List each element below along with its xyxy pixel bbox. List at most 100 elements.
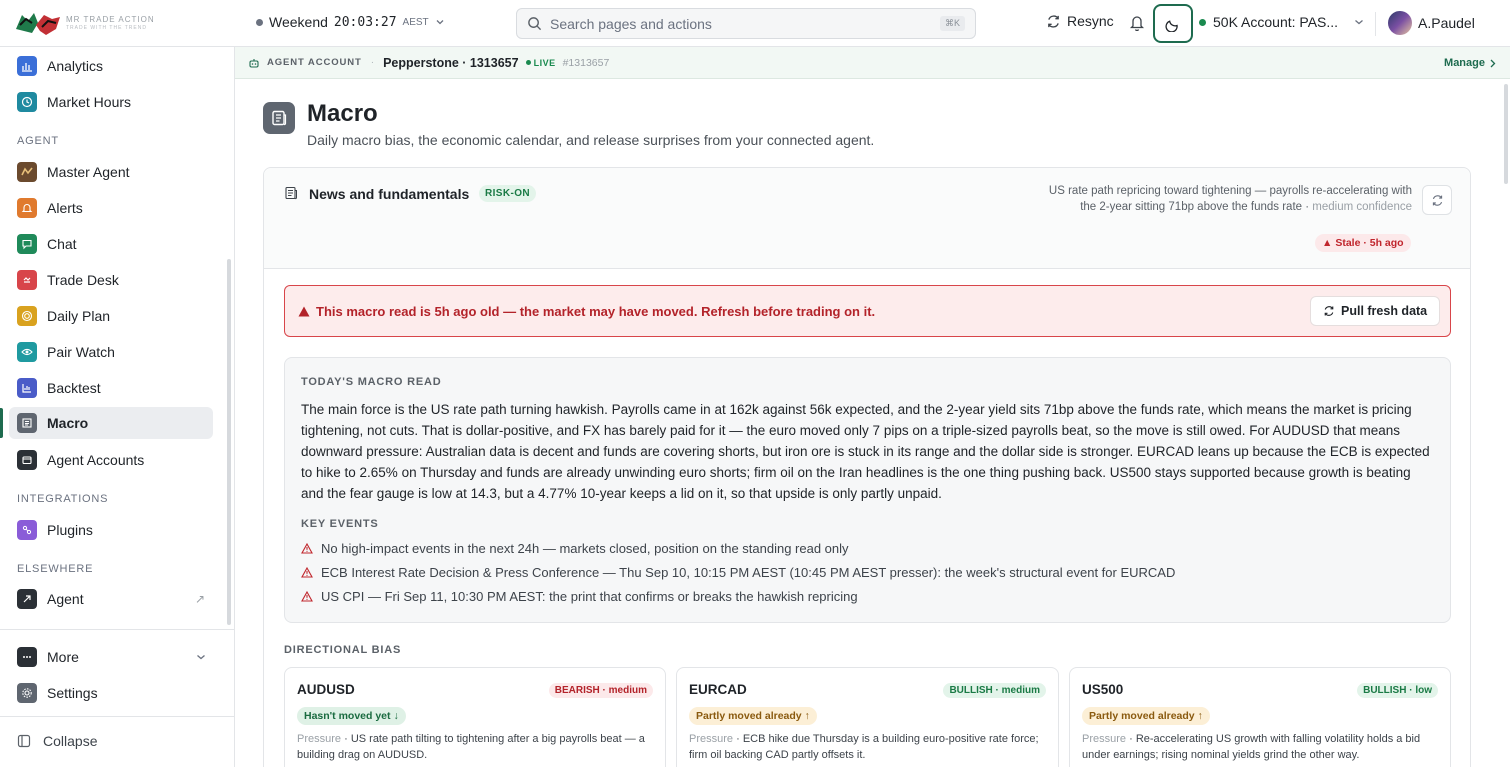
sidebar-item-trade-desk[interactable]: Trade Desk <box>9 264 213 296</box>
page-subtitle: Daily macro bias, the economic calendar,… <box>307 132 875 148</box>
move-status-badge: Partly moved already ↑ <box>1082 707 1210 725</box>
bias-card-audusd[interactable]: AUDUSD BEARISH · medium Hasn't moved yet… <box>284 667 666 767</box>
sidebar-item-label: Master Agent <box>47 164 130 180</box>
resync-button[interactable]: Resync <box>1046 13 1114 29</box>
bias-card-eurcad[interactable]: EURCAD BULLISH · medium Partly moved alr… <box>676 667 1059 767</box>
sidebar-item-agent-external[interactable]: Agent ↗ <box>9 583 213 615</box>
newspaper-icon <box>285 186 297 200</box>
wallet-icon <box>17 450 37 470</box>
gear-icon <box>17 683 37 703</box>
sidebar-item-pair-watch[interactable]: Pair Watch <box>9 336 213 368</box>
warning-icon <box>301 591 313 602</box>
page-title: Macro <box>307 100 378 127</box>
market-session-selector[interactable]: Weekend 20:03:27 AEST <box>256 14 445 30</box>
bias-badge: BULLISH · low <box>1357 683 1438 698</box>
sidebar-item-daily-plan[interactable]: Daily Plan <box>9 300 213 332</box>
search-input[interactable] <box>550 15 940 32</box>
bias-badge: BEARISH · medium <box>548 683 653 698</box>
brand-tagline: TRADE WITH THE TREND <box>66 24 147 31</box>
sidebar-item-more[interactable]: More <box>9 641 213 673</box>
eye-icon <box>17 342 37 362</box>
sidebar-item-label: Alerts <box>47 200 83 216</box>
warning-triangle-icon <box>298 306 310 317</box>
agent-arrow-icon <box>17 589 37 609</box>
sidebar-scrollbar[interactable] <box>227 259 231 625</box>
pair-symbol: AUDUSD <box>297 682 355 697</box>
newspaper-icon <box>263 102 295 134</box>
search-icon <box>528 17 542 31</box>
sidebar-item-chat[interactable]: Chat <box>9 228 213 260</box>
pair-symbol: EURCAD <box>689 682 747 697</box>
sidebar-item-label: Daily Plan <box>47 308 111 324</box>
sidebar-item-settings[interactable]: Settings <box>9 677 213 709</box>
agent-account-label: AGENT ACCOUNT <box>267 57 362 68</box>
bull-bear-logo-icon <box>16 13 60 35</box>
macro-headline: US rate path repricing toward tightening… <box>1034 183 1412 215</box>
main-content: Macro Daily macro bias, the economic cal… <box>235 79 1510 767</box>
pressure-text: Pressure · ECB hike due Thursday is a bu… <box>689 733 1039 761</box>
main-scrollbar[interactable] <box>1504 84 1508 184</box>
sidebar-item-macro[interactable]: Macro <box>9 407 213 439</box>
sidebar-collapse-button[interactable]: Collapse <box>9 725 213 757</box>
collapse-label: Collapse <box>43 733 98 749</box>
sidebar-item-plugins[interactable]: Plugins <box>9 514 213 546</box>
chevron-down-icon <box>1355 20 1363 25</box>
bell-icon <box>17 198 37 218</box>
sidebar-item-label: Plugins <box>47 522 93 538</box>
stale-badge: ▲ Stale · 5h ago <box>1315 234 1411 252</box>
sidebar-divider <box>0 716 234 717</box>
brand-logo[interactable]: MR TRADE ACTION TRADE WITH THE TREND <box>14 9 164 37</box>
topbar-divider <box>1375 12 1376 36</box>
account-status-dot <box>1199 18 1206 26</box>
top-bar: MR TRADE ACTION TRADE WITH THE TREND Wee… <box>0 0 1510 47</box>
sidebar-item-label: Trade Desk <box>47 272 119 288</box>
more-dots-icon <box>17 647 37 667</box>
active-indicator <box>0 408 3 438</box>
move-status-badge: Partly moved already ↑ <box>689 707 817 725</box>
live-dot-icon <box>525 60 531 65</box>
manage-label: Manage <box>1444 57 1485 69</box>
external-link-icon: ↗ <box>194 592 205 606</box>
session-timezone: AEST <box>402 16 429 28</box>
sidebar-item-alerts[interactable]: Alerts <box>9 192 213 224</box>
chat-icon <box>17 234 37 254</box>
theme-toggle-button[interactable] <box>1153 4 1193 43</box>
sidebar-item-agent-accounts[interactable]: Agent Accounts <box>9 444 213 476</box>
sidebar-item-analytics[interactable]: Analytics <box>9 50 213 82</box>
refresh-button[interactable] <box>1422 185 1452 215</box>
risk-regime-badge: RISK-ON <box>479 185 537 202</box>
backtest-chart-icon <box>17 378 37 398</box>
sidebar-item-market-hours[interactable]: Market Hours <box>9 86 213 118</box>
sidebar-item-backtest[interactable]: Backtest <box>9 372 213 404</box>
manage-link[interactable]: Manage <box>1444 57 1496 69</box>
account-selector[interactable]: 50K Account: PAS... <box>1199 14 1365 30</box>
separator-dot: · <box>370 57 375 68</box>
sidebar-item-label: Analytics <box>47 58 104 74</box>
pair-symbol: US500 <box>1082 682 1124 697</box>
macro-read-heading: TODAY'S MACRO READ <box>301 376 442 388</box>
news-title: News and fundamentals <box>309 186 470 202</box>
moon-icon <box>1165 19 1178 32</box>
clock-icon <box>17 92 37 112</box>
pressure-text: Pressure · Re-accelerating US growth wit… <box>1082 733 1421 761</box>
sidebar-item-label: Chat <box>47 236 77 252</box>
sidebar-item-label: Market Hours <box>47 94 132 110</box>
resync-label: Resync <box>1067 13 1114 29</box>
pull-fresh-data-button[interactable]: Pull fresh data <box>1310 296 1441 326</box>
sidebar-section-integrations: INTEGRATIONS <box>17 493 109 505</box>
notifications-button[interactable] <box>1129 14 1145 34</box>
target-icon <box>17 306 37 326</box>
key-event-item: ECB Interest Rate Decision & Press Confe… <box>301 565 1175 580</box>
search-bar[interactable]: ⌘K <box>516 8 976 39</box>
key-events-heading: KEY EVENTS <box>301 518 379 530</box>
session-status-dot <box>256 18 263 26</box>
bias-card-us500[interactable]: US500 BULLISH · low Partly moved already… <box>1069 667 1451 767</box>
sidebar-item-label: Backtest <box>47 380 101 396</box>
bell-icon <box>1129 16 1145 32</box>
sidebar: Analytics Market Hours AGENT Master Agen… <box>0 47 235 767</box>
sidebar-item-label: Agent <box>47 591 84 607</box>
sidebar-item-master-agent[interactable]: Master Agent <box>9 156 213 188</box>
user-menu[interactable]: A.Paudel <box>1388 11 1475 35</box>
agent-account-strip: AGENT ACCOUNT · Pepperstone · 1313657 LI… <box>235 47 1510 79</box>
sidebar-section-elsewhere: ELSEWHERE <box>17 563 94 575</box>
